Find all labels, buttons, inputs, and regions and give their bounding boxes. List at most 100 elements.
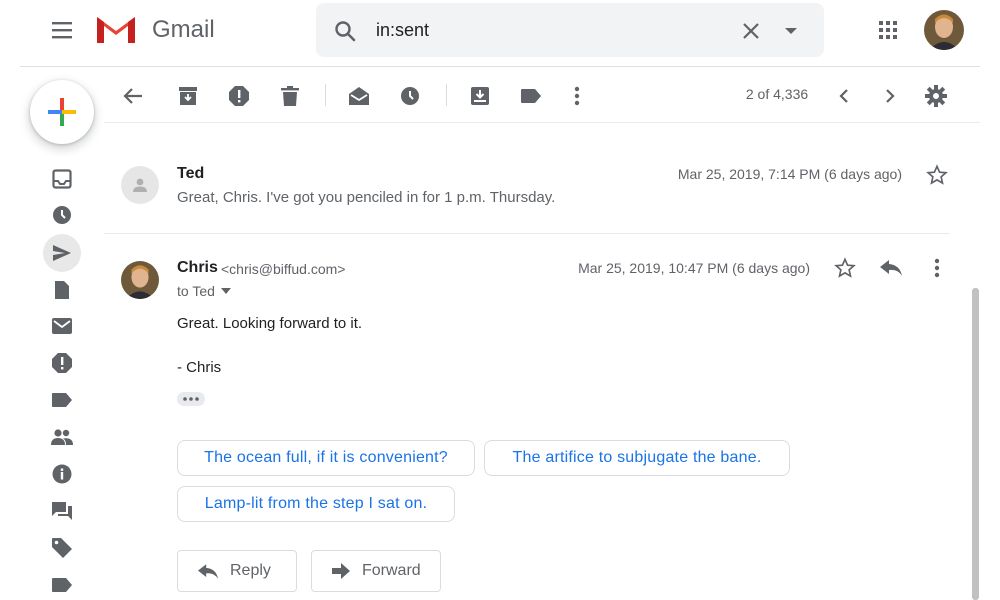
sidebar-item-snoozed[interactable] — [48, 201, 76, 229]
toolbar-separator — [325, 84, 326, 106]
smart-reply-chip[interactable]: The artifice to subjugate the bane. — [484, 440, 790, 476]
scrollbar-thumb[interactable] — [972, 288, 979, 600]
mail-icon — [52, 318, 72, 334]
user-photo-icon — [924, 10, 964, 50]
mark-unread-button[interactable] — [345, 82, 373, 110]
smart-reply-chip[interactable]: Lamp-lit from the step I sat on. — [177, 486, 455, 522]
sidebar-item-social[interactable] — [48, 423, 76, 451]
clock-icon — [401, 87, 419, 105]
user-photo-icon — [121, 261, 159, 299]
sidebar-item-label[interactable] — [48, 386, 76, 414]
message-signature: - Chris — [177, 359, 222, 376]
forward-button[interactable]: Forward — [311, 550, 441, 592]
reply-icon — [198, 563, 218, 579]
back-button[interactable] — [119, 82, 147, 110]
google-apps-button[interactable] — [872, 14, 904, 46]
smart-reply-chip[interactable]: The ocean full, if it is convenient? — [177, 440, 475, 476]
compose-button[interactable] — [30, 80, 94, 144]
report-spam-button[interactable] — [225, 82, 253, 110]
person-icon — [133, 178, 147, 192]
arrow-left-icon — [123, 88, 142, 104]
star-button[interactable] — [924, 162, 950, 188]
search-options-button[interactable] — [778, 18, 804, 44]
toolbar-divider — [104, 122, 980, 123]
sidebar-item-updates[interactable] — [48, 460, 76, 488]
toolbar-separator — [446, 84, 447, 106]
reply-icon-button[interactable] — [877, 255, 905, 281]
snooze-button[interactable] — [396, 82, 424, 110]
gear-icon — [925, 85, 947, 107]
message-snippet[interactable]: Great, Chris. I've got you penciled in f… — [177, 189, 555, 206]
hamburger-menu-icon — [52, 22, 72, 39]
star-button[interactable] — [832, 255, 858, 281]
caret-down-icon — [220, 288, 231, 294]
reply-button[interactable]: Reply — [177, 550, 297, 592]
sidebar-item-inbox[interactable] — [48, 165, 76, 193]
apps-grid-icon — [879, 21, 897, 39]
chevron-right-icon — [886, 89, 895, 103]
header-divider — [20, 66, 980, 67]
sidebar-item-drafts[interactable] — [48, 276, 76, 304]
inbox-icon — [52, 169, 72, 189]
file-icon — [55, 281, 69, 299]
forward-label: Forward — [362, 562, 421, 579]
page-count: 2 of 4,336 — [745, 86, 809, 102]
forward-icon — [332, 563, 350, 579]
sidebar-item-label-2[interactable] — [48, 571, 76, 599]
show-trimmed-content-button[interactable] — [177, 392, 205, 406]
gmail-m-icon — [97, 17, 135, 43]
recipient-details[interactable]: to Ted — [177, 283, 231, 299]
forum-icon — [52, 502, 72, 520]
more-actions-button[interactable] — [563, 82, 591, 110]
archive-button[interactable] — [174, 82, 202, 110]
account-avatar[interactable] — [924, 10, 964, 50]
message-more-button[interactable] — [924, 255, 950, 281]
delete-button[interactable] — [276, 82, 304, 110]
sender-avatar — [121, 166, 159, 204]
more-vertical-icon — [574, 86, 580, 106]
sidebar-item-forums[interactable] — [48, 497, 76, 525]
sidebar-item-spam[interactable] — [48, 349, 76, 377]
labels-button[interactable] — [517, 82, 545, 110]
recipient-text: to Ted — [177, 283, 215, 299]
reply-icon — [880, 260, 902, 276]
clock-icon — [53, 206, 71, 224]
sidebar-item-promotions[interactable] — [48, 534, 76, 562]
more-vertical-icon — [934, 258, 940, 278]
message-sender: Ted — [177, 165, 205, 182]
newer-button[interactable] — [830, 82, 858, 110]
search-icon — [335, 21, 356, 42]
tag-icon — [52, 538, 72, 558]
label-icon — [521, 89, 541, 103]
caret-down-icon — [785, 28, 797, 34]
search-button[interactable] — [330, 16, 360, 46]
move-to-icon — [471, 87, 489, 105]
reply-label: Reply — [230, 562, 271, 579]
star-icon — [926, 164, 948, 185]
sidebar-item-all-mail[interactable] — [48, 312, 76, 340]
chevron-left-icon — [839, 89, 848, 103]
trash-icon — [281, 86, 299, 106]
settings-button[interactable] — [922, 82, 950, 110]
main-menu-button[interactable] — [40, 12, 84, 48]
message-date: Mar 25, 2019, 10:47 PM (6 days ago) — [578, 260, 810, 276]
info-icon — [52, 464, 72, 484]
ellipsis-icon — [183, 397, 199, 401]
close-icon — [743, 23, 759, 39]
message-sender: Chris — [177, 259, 218, 276]
move-to-button[interactable] — [466, 82, 494, 110]
search-input[interactable] — [376, 16, 716, 44]
message-body-line: Great. Looking forward to it. — [177, 315, 363, 332]
alert-icon — [52, 353, 72, 373]
clear-search-button[interactable] — [736, 16, 766, 46]
sidebar-item-sent[interactable] — [48, 239, 76, 267]
sender-avatar — [121, 261, 159, 299]
label-icon — [52, 578, 72, 592]
app-name: Gmail — [152, 16, 215, 43]
gmail-logo[interactable]: Gmail — [94, 10, 224, 50]
older-button[interactable] — [876, 82, 904, 110]
star-icon — [834, 257, 856, 278]
label-icon — [52, 393, 72, 407]
send-icon — [53, 245, 71, 261]
mail-open-icon — [349, 87, 369, 105]
